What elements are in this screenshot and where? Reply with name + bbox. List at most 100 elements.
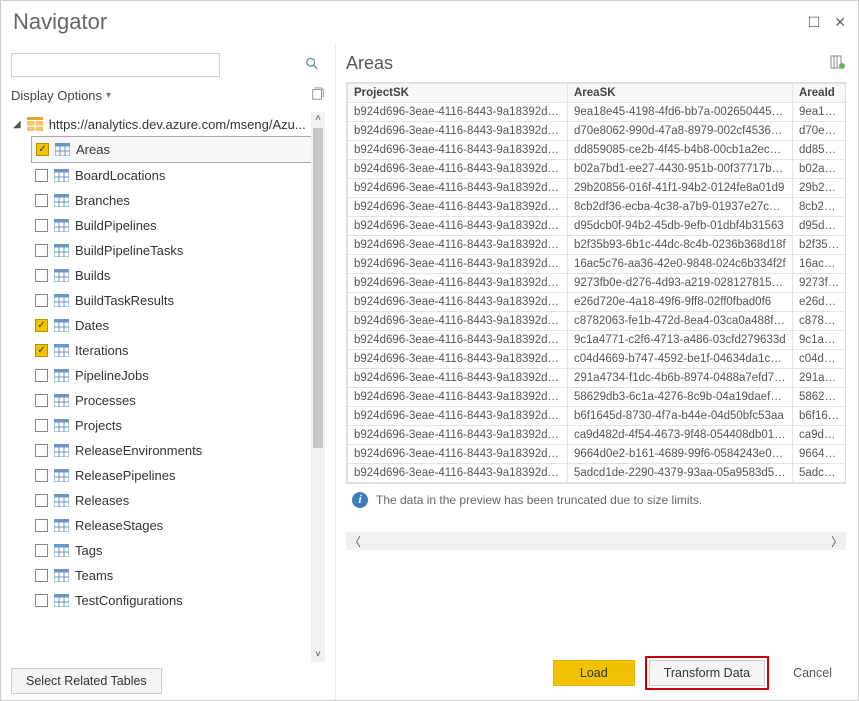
table-cell: b02a7bd1-ee27-4430-951b-00f37717be21: [568, 160, 793, 179]
preview-h-scrollbar[interactable]: 〈 〉: [346, 532, 846, 550]
tree-item[interactable]: Tags: [31, 538, 325, 563]
choose-columns-icon[interactable]: [830, 54, 846, 73]
checkbox[interactable]: [35, 544, 48, 557]
tree-item[interactable]: Branches: [31, 188, 325, 213]
scroll-right-arrow-icon[interactable]: 〉: [828, 533, 846, 550]
checkbox[interactable]: [35, 469, 48, 482]
tree-item[interactable]: BuildTaskResults: [31, 288, 325, 313]
select-related-tables-button[interactable]: Select Related Tables: [11, 668, 162, 694]
table-cell: ca9d482d-4f54-4673-9f48-054408db01d5: [568, 426, 793, 445]
table-icon: [54, 544, 69, 557]
checkbox[interactable]: [35, 169, 48, 182]
table-cell: b924d696-3eae-4116-8443-9a18392d8544: [348, 312, 568, 331]
cancel-button[interactable]: Cancel: [779, 661, 846, 685]
close-icon[interactable]: ✕: [834, 14, 846, 31]
tree-item-label: Dates: [75, 318, 109, 333]
table-row: b924d696-3eae-4116-8443-9a18392d8544 9c1a…: [348, 331, 847, 350]
table-cell: 9ea18e45-4198-4fd6-bb7a-002650445a1f: [568, 103, 793, 122]
table-cell: d70e8062: [793, 122, 847, 141]
scroll-thumb[interactable]: [313, 128, 323, 448]
checkbox[interactable]: [35, 444, 48, 457]
dialog-title: Navigator: [13, 9, 107, 35]
tree-item[interactable]: Builds: [31, 263, 325, 288]
table-cell: b2f35b93-6b1c-44dc-8c4b-0236b368d18f: [568, 236, 793, 255]
refresh-icon[interactable]: [311, 87, 325, 104]
tree-item[interactable]: ✓ Dates: [31, 313, 325, 338]
tree-scrollbar[interactable]: ˄ ˅: [311, 112, 325, 662]
table-row: b924d696-3eae-4116-8443-9a18392d8544291a…: [348, 369, 847, 388]
tree-item-label: ReleaseStages: [75, 518, 163, 533]
tree-item[interactable]: Teams: [31, 563, 325, 588]
tree-item[interactable]: BuildPipelines: [31, 213, 325, 238]
table-cell: b924d696-3eae-4116-8443-9a18392d8544: [348, 236, 568, 255]
table-row: b924d696-3eae-4116-8443-9a18392d8544d95d…: [348, 217, 847, 236]
table-cell: dd859085: [793, 141, 847, 160]
table-row: b924d696-3eae-4116-8443-9a18392d85445862…: [348, 388, 847, 407]
tree-item[interactable]: ReleasePipelines: [31, 463, 325, 488]
checkbox[interactable]: [35, 244, 48, 257]
table-cell: b924d696-3eae-4116-8443-9a18392d8544: [348, 388, 568, 407]
tree-item[interactable]: BoardLocations: [31, 163, 325, 188]
checkbox[interactable]: [35, 369, 48, 382]
search-icon[interactable]: [305, 57, 319, 74]
checkbox[interactable]: ✓: [36, 143, 49, 156]
tree-item[interactable]: ReleaseEnvironments: [31, 438, 325, 463]
checkbox[interactable]: [35, 494, 48, 507]
tree-item-label: BuildPipelineTasks: [75, 243, 183, 258]
table-row: b924d696-3eae-4116-8443-9a18392d8544ca9d…: [348, 426, 847, 445]
checkbox[interactable]: [35, 394, 48, 407]
tree-item[interactable]: TestConfigurations: [31, 588, 325, 613]
tree-item[interactable]: Processes: [31, 388, 325, 413]
table-cell: e26d720e: [793, 293, 847, 312]
table-cell: b924d696-3eae-4116-8443-9a18392d8544: [348, 331, 568, 350]
tree-item[interactable]: ReleaseStages: [31, 513, 325, 538]
table-cell: 9664d0e2-b161-4689-99f6-0584243e0c9d: [568, 445, 793, 464]
load-button[interactable]: Load: [553, 660, 635, 686]
expand-toggle-icon[interactable]: ◢: [13, 119, 21, 130]
table-icon: [54, 519, 69, 532]
checkbox[interactable]: [35, 594, 48, 607]
column-header[interactable]: AreaSK: [568, 84, 793, 103]
checkbox[interactable]: [35, 294, 48, 307]
table-cell: b924d696-3eae-4116-8443-9a18392d8544: [348, 141, 568, 160]
checkbox[interactable]: ✓: [35, 319, 48, 332]
tree-item[interactable]: Releases: [31, 488, 325, 513]
chevron-down-icon: ▾: [106, 90, 111, 101]
column-header[interactable]: AreaId: [793, 84, 847, 103]
scroll-left-arrow-icon[interactable]: 〈: [346, 533, 364, 550]
table-row: b924d696-3eae-4116-8443-9a18392d8544b6f1…: [348, 407, 847, 426]
checkbox[interactable]: ✓: [35, 344, 48, 357]
checkbox[interactable]: [35, 569, 48, 582]
table-cell: dd859085-ce2b-4f45-b4b8-00cb1a2ec975: [568, 141, 793, 160]
table-cell: b924d696-3eae-4116-8443-9a18392d8544: [348, 160, 568, 179]
tree-item[interactable]: ✓ Iterations: [31, 338, 325, 363]
tree-item[interactable]: BuildPipelineTasks: [31, 238, 325, 263]
scroll-up-arrow-icon[interactable]: ˄: [311, 112, 325, 126]
tree-item[interactable]: ✓Areas: [31, 136, 325, 163]
table-row: b924d696-3eae-4116-8443-9a18392d85449664…: [348, 445, 847, 464]
transform-data-button[interactable]: Transform Data: [649, 660, 765, 686]
maximize-icon[interactable]: ☐: [808, 14, 821, 31]
checkbox[interactable]: [35, 419, 48, 432]
table-cell: 16ac5c76: [793, 255, 847, 274]
scroll-down-arrow-icon[interactable]: ˅: [311, 648, 325, 662]
table-icon: [54, 219, 69, 232]
tree-item-label: ReleasePipelines: [75, 468, 175, 483]
table-cell: ca9d482d: [793, 426, 847, 445]
column-header[interactable]: ProjectSK: [348, 84, 568, 103]
checkbox[interactable]: [35, 219, 48, 232]
table-icon: [54, 369, 69, 382]
checkbox[interactable]: [35, 269, 48, 282]
table-icon: [54, 319, 69, 332]
tree-item-label: Iterations: [75, 343, 128, 358]
search-input[interactable]: [11, 53, 220, 77]
table-cell: b924d696-3eae-4116-8443-9a18392d8544: [348, 407, 568, 426]
table-cell: 9c1a4771: [793, 331, 847, 350]
preview-title: Areas: [346, 53, 393, 74]
source-node[interactable]: ◢ https://analytics.dev.azure.com/mseng/…: [11, 112, 325, 136]
tree-item[interactable]: Projects: [31, 413, 325, 438]
checkbox[interactable]: [35, 194, 48, 207]
tree-item[interactable]: PipelineJobs: [31, 363, 325, 388]
display-options-dropdown[interactable]: Display Options ▾: [11, 88, 111, 103]
checkbox[interactable]: [35, 519, 48, 532]
